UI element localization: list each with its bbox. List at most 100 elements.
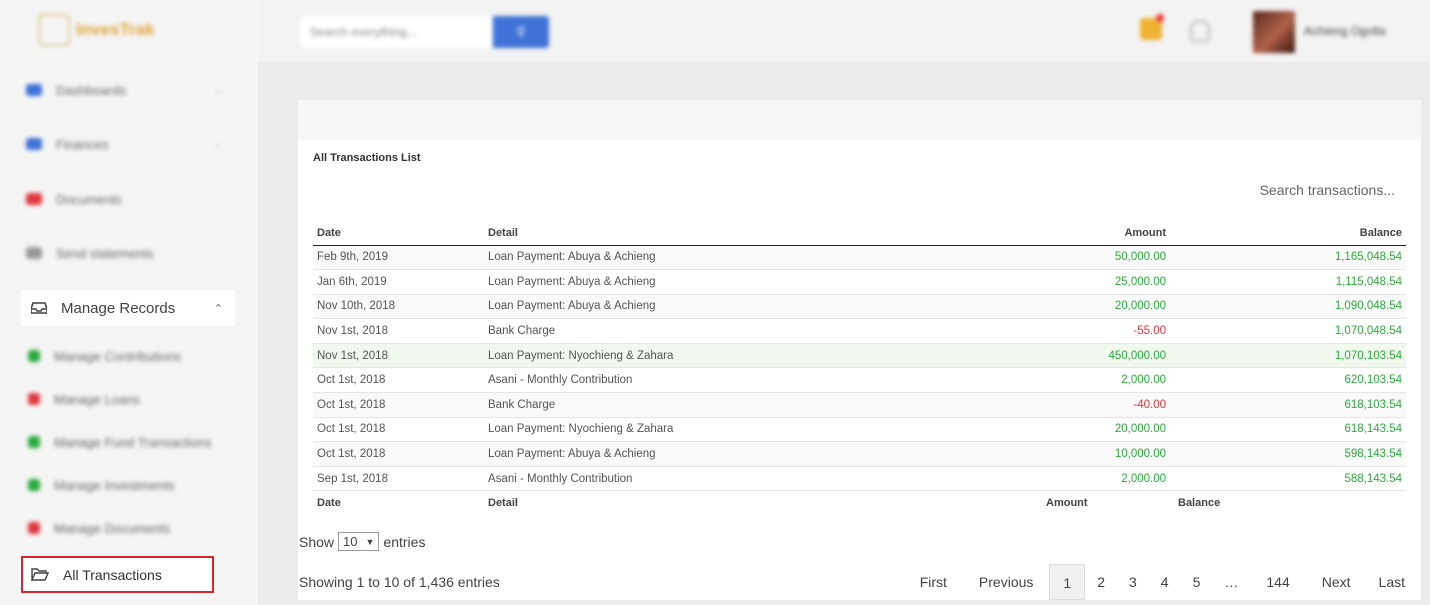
entries-select[interactable]: 10 ▼: [338, 532, 380, 551]
pagination-page-144[interactable]: 144: [1250, 564, 1305, 600]
sidebar-sub-item[interactable]: Manage Loans: [28, 387, 238, 411]
cell-detail: Bank Charge: [484, 318, 954, 344]
column-header-date[interactable]: Date: [313, 221, 484, 246]
transactions-card: All Transactions List Search transaction…: [298, 100, 1421, 600]
footer-header-detail: Detail: [484, 490, 954, 515]
sidebar-item[interactable]: Dashboards ⌄: [26, 78, 236, 102]
table-row[interactable]: Sep 1st, 2018 Asani - Monthly Contributio…: [313, 466, 1406, 492]
bell-icon[interactable]: [1190, 20, 1210, 42]
pagination-page-5[interactable]: 5: [1181, 564, 1213, 600]
cell-amount: 450,000.00: [954, 343, 1170, 369]
sidebar-sub-item-icon: [28, 436, 40, 448]
avatar[interactable]: [1253, 11, 1295, 53]
cell-balance: 598,143.54: [1170, 441, 1406, 467]
pagination-page-3[interactable]: 3: [1117, 564, 1149, 600]
cell-balance: 1,070,103.54: [1170, 343, 1406, 369]
pagination-last[interactable]: Last: [1367, 564, 1405, 600]
table-row[interactable]: Oct 1st, 2018 Bank Charge -40.00 618,103.54: [313, 392, 1406, 418]
table-footer-row: Date Detail Amount Balance: [313, 490, 1406, 515]
table-row[interactable]: Oct 1st, 2018 Asani - Monthly Contributio…: [313, 367, 1406, 394]
cell-balance: 618,103.54: [1170, 392, 1406, 418]
cell-detail: Loan Payment: Abuya & Achieng: [484, 441, 954, 467]
sidebar-item-label: Documents: [56, 191, 122, 207]
cell-amount: 20,000.00: [954, 417, 1170, 443]
sidebar-item-label: Dashboards: [56, 82, 127, 98]
pagination-ellipsis: …: [1224, 574, 1239, 590]
search-icon: ⚲: [516, 24, 526, 39]
select-arrow-icon: ▼: [365, 536, 375, 547]
user-name[interactable]: Achieng Ogolla: [1304, 24, 1385, 38]
table-row[interactable]: Nov 1st, 2018 Loan Payment: Nyochieng & Z…: [313, 343, 1406, 369]
sidebar-item-all-transactions[interactable]: All Transactions: [21, 556, 214, 593]
entries-select-value: 10: [343, 534, 358, 549]
sidebar-sub-item[interactable]: Manage Investments: [28, 473, 238, 497]
sidebar-item-icon: [26, 247, 42, 259]
show-label: Show: [299, 533, 335, 550]
sidebar-item-label: Send statements: [56, 245, 154, 261]
sidebar-sub-item-label: Manage Fund Transactions: [54, 434, 212, 450]
column-header-detail[interactable]: Detail: [484, 221, 954, 246]
pagination-page-4[interactable]: 4: [1149, 564, 1181, 600]
sidebar-sub-item[interactable]: Manage Contributions: [28, 344, 238, 368]
table-row[interactable]: Nov 10th, 2018 Loan Payment: Abuya & Achi…: [313, 294, 1406, 320]
card-title: All Transactions List: [313, 152, 421, 164]
column-header-amount[interactable]: Amount: [954, 221, 1170, 246]
sidebar-item[interactable]: Finances ⌄: [26, 132, 236, 156]
search-button[interactable]: ⚲: [493, 16, 549, 48]
cell-date: Nov 1st, 2018: [313, 343, 484, 369]
sidebar-sub-item[interactable]: Manage Documents: [28, 516, 238, 540]
app-logo[interactable]: InvesTrak: [38, 10, 154, 50]
cell-detail: Loan Payment: Abuya & Achieng: [484, 294, 954, 320]
sidebar-item[interactable]: Send statements: [26, 241, 236, 265]
pagination-next[interactable]: Next: [1306, 564, 1367, 600]
cell-amount: 10,000.00: [954, 441, 1170, 467]
sidebar-sub-item-label: Manage Documents: [54, 520, 171, 536]
column-header-balance[interactable]: Balance: [1170, 221, 1406, 246]
cell-detail: Loan Payment: Nyochieng & Zahara: [484, 417, 954, 443]
pagination-first[interactable]: First: [904, 564, 963, 600]
cell-balance: 618,143.54: [1170, 417, 1406, 443]
sidebar-item-manage-records[interactable]: Manage Records ⌃: [21, 290, 235, 326]
table-row[interactable]: Jan 6th, 2019 Loan Payment: Abuya & Achie…: [313, 269, 1406, 295]
cell-balance: 588,143.54: [1170, 466, 1406, 492]
table-row[interactable]: Oct 1st, 2018 Loan Payment: Nyochieng & Z…: [313, 417, 1406, 443]
sidebar-sub-item-icon: [28, 522, 40, 534]
cell-balance: 620,103.54: [1170, 367, 1406, 394]
cell-detail: Asani - Monthly Contribution: [484, 367, 954, 394]
pagination-page-2[interactable]: 2: [1085, 564, 1117, 600]
sidebar-sub-item-icon: [28, 479, 40, 491]
sidebar-item-icon: [26, 193, 42, 205]
page-length-control: Show 10 ▼ entries: [299, 532, 425, 551]
cell-detail: Loan Payment: Abuya & Achieng: [484, 245, 954, 271]
chevron-down-icon: ⌄: [213, 84, 222, 96]
folder-open-icon: [31, 568, 49, 581]
global-search-input[interactable]: Search everything...: [300, 16, 492, 48]
sidebar-sub-item[interactable]: Manage Fund Transactions: [28, 430, 238, 454]
notification-badge: [1156, 14, 1164, 22]
cell-amount: 20,000.00: [954, 294, 1170, 320]
chevron-up-icon: ⌃: [213, 302, 223, 315]
sidebar-sub-item-label: Manage Investments: [54, 477, 175, 493]
cell-date: Feb 9th, 2019: [313, 245, 484, 271]
pagination-page-1[interactable]: 1: [1049, 564, 1086, 600]
cell-detail: Bank Charge: [484, 392, 954, 418]
cell-date: Jan 6th, 2019: [313, 269, 484, 295]
table-row[interactable]: Feb 9th, 2019 Loan Payment: Abuya & Achie…: [313, 245, 1406, 271]
cell-amount: 25,000.00: [954, 269, 1170, 295]
cell-date: Oct 1st, 2018: [313, 367, 484, 394]
table-header-row: Date Detail Amount Balance: [313, 221, 1406, 246]
table-row[interactable]: Nov 1st, 2018 Bank Charge -55.00 1,070,048.…: [313, 318, 1406, 344]
cell-balance: 1,090,048.54: [1170, 294, 1406, 320]
sidebar-item[interactable]: Documents: [26, 187, 236, 211]
sidebar-item-icon: [26, 84, 42, 96]
transactions-table: Date Detail Amount Balance Feb 9th, 2019…: [313, 221, 1406, 515]
table-row[interactable]: Oct 1st, 2018 Loan Payment: Abuya & Achie…: [313, 441, 1406, 467]
logo-icon: [38, 14, 70, 46]
pagination: First Previous 1 2 3 4 5 … 144 Next Last: [904, 564, 1405, 600]
pagination-previous[interactable]: Previous: [963, 564, 1049, 600]
cell-date: Oct 1st, 2018: [313, 417, 484, 443]
transactions-search-input[interactable]: Search transactions...: [1260, 182, 1395, 198]
footer-header-amount: Amount: [954, 490, 1170, 515]
cell-date: Sep 1st, 2018: [313, 466, 484, 492]
cell-date: Oct 1st, 2018: [313, 441, 484, 467]
